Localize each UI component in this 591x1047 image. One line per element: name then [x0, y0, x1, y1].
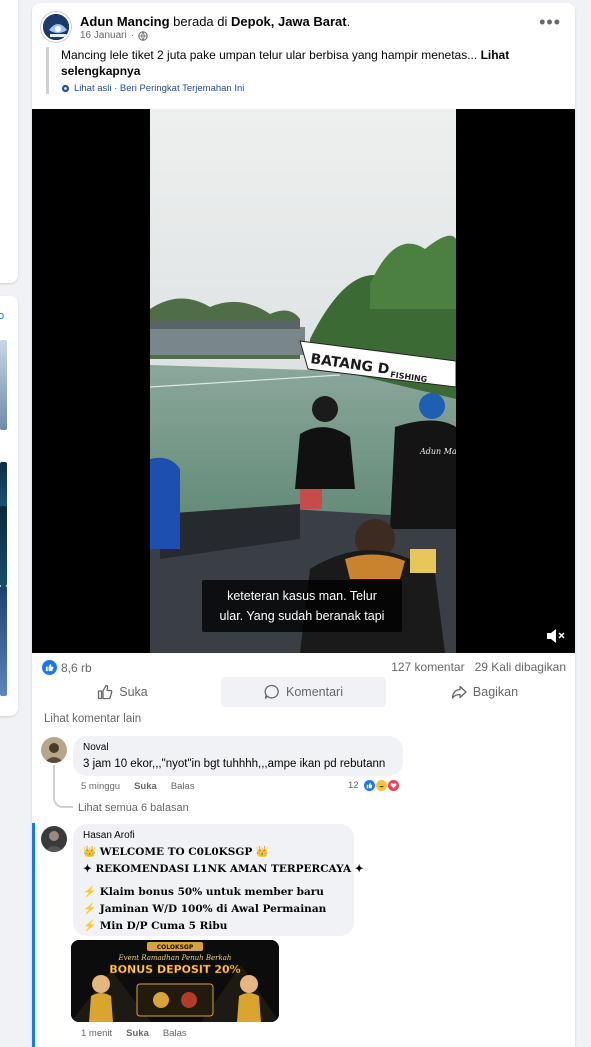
shirt-text: Adun Mancing [419, 447, 456, 456]
location-prefix: berada di [173, 14, 228, 29]
commenter-avatar[interactable] [41, 737, 67, 763]
share-label: Bagikan [472, 685, 519, 699]
translation-links[interactable]: Lihat asli · Beri Peringkat Terjemahan I… [74, 83, 244, 94]
comment-meta: 5 minggu Suka Balas [81, 781, 195, 792]
view-replies-link[interactable]: Lihat semua 6 balasan [78, 802, 189, 814]
haha-reaction-icon [374, 779, 388, 792]
comment-line-5: ⚡ Min D/P Cuma 5 Ribu [83, 920, 228, 932]
comment-line-1: 👑 WELCOME TO C0L0KSGP 👑 [83, 846, 269, 858]
shares-count[interactable]: 29 Kali dibagikan [475, 660, 566, 674]
reaction-count: 12 [348, 780, 359, 791]
caption-line-1: keteteran kasus man. Telur [227, 589, 377, 603]
commenter-name[interactable]: Hasan Arofi [83, 830, 344, 841]
comment-line-3: ⚡ Klaim bonus 50% untuk member baru [83, 886, 324, 898]
comment-button[interactable]: Komentari [221, 677, 386, 707]
video-scene: BATANG D FISHING Adun Mancing [150, 109, 456, 653]
comment-label: Komentari [286, 685, 343, 699]
post-text-content: Mancing lele tiket 2 juta pake umpan tel… [61, 48, 481, 62]
comment-like-link[interactable]: Suka [134, 781, 157, 792]
muted-speaker-icon[interactable] [545, 627, 565, 645]
post-action-bar: Suka Komentari Bagikan [32, 677, 575, 707]
comment-line-4: ⚡ Jaminan W/D 100% di Awal Permainan [83, 903, 327, 915]
like-reaction-icon [42, 660, 57, 675]
translation-row: Lihat asli · Beri Peringkat Terjemahan I… [61, 83, 566, 94]
promo-banner-image: COLOKSGP Event Ramadhan Penuh Berkah BON… [71, 940, 279, 1022]
comment-like-link[interactable]: Suka [126, 1028, 149, 1039]
post-meta: 16 Januari · [80, 30, 148, 41]
comment-line-2: ✦ REKOMENDASI L1NK AMAN TERPERCAYA ✦ [83, 863, 364, 875]
post-date[interactable]: 16 Januari [80, 30, 127, 41]
caption-line-2: ular. Yang sudah beranak tapi [219, 609, 385, 623]
like-summary[interactable]: 8,6 rb [42, 660, 92, 675]
banner-title: BONUS DEPOSIT 20% [109, 963, 240, 976]
post-header: Adun Mancing berada di Depok, Jawa Barat… [32, 3, 575, 47]
love-reaction-icon [386, 779, 400, 792]
comment-reactions[interactable]: 12 [348, 779, 400, 792]
left-thumb[interactable] [0, 506, 7, 586]
comment-image[interactable]: COLOKSGP Event Ramadhan Penuh Berkah BON… [71, 940, 279, 1022]
left-card-glyph: o [0, 310, 5, 322]
share-arrow-icon [451, 685, 467, 699]
comment-reply-link[interactable]: Balas [171, 781, 195, 792]
comment-bubble: Noval 3 jam 10 ekor,,,"nyot"in bgt tuhhh… [73, 736, 403, 776]
like-button[interactable]: Suka [40, 677, 205, 707]
likes-count: 8,6 rb [61, 660, 92, 675]
comment-time[interactable]: 1 menit [81, 1028, 112, 1039]
page-avatar[interactable] [41, 12, 71, 42]
see-more-comments-link[interactable]: Lihat komentar lain [44, 713, 141, 725]
post-body: Mancing lele tiket 2 juta pake umpan tel… [46, 47, 566, 94]
comment-reply-link[interactable]: Balas [163, 1028, 187, 1039]
page-logo-icon [43, 14, 69, 40]
video-player[interactable]: BATANG D FISHING Adun Mancing ketet [32, 109, 575, 653]
author-line: Adun Mancing berada di Depok, Jawa Barat… [80, 14, 350, 29]
video-frame: BATANG D FISHING Adun Mancing [150, 109, 456, 653]
comment-meta: 1 menit Suka Balas [81, 1028, 187, 1039]
comment-bubble-icon [264, 684, 279, 699]
translate-gear-icon [61, 84, 70, 93]
left-thumb[interactable] [0, 586, 7, 696]
post-more-options-button[interactable]: ••• [539, 13, 561, 31]
post-card: Adun Mancing berada di Depok, Jawa Barat… [32, 3, 575, 1047]
location-link[interactable]: Depok, Jawa Barat [231, 14, 347, 29]
public-globe-icon [138, 30, 148, 41]
location-suffix: . [346, 14, 351, 29]
post-text: Mancing lele tiket 2 juta pake umpan tel… [61, 47, 566, 79]
left-card-top [0, 0, 18, 283]
meta-separator: · [130, 30, 135, 41]
engagement-stats: 8,6 rb 127 komentar 29 Kali dibagikan [32, 653, 575, 679]
highlight-indicator [32, 823, 35, 1047]
counts-group: 127 komentar 29 Kali dibagikan [391, 660, 566, 674]
commenter-name[interactable]: Noval [83, 742, 393, 753]
author-name[interactable]: Adun Mancing [80, 14, 170, 29]
comment-bubble: Hasan Arofi 👑 WELCOME TO C0L0KSGP 👑 ✦ RE… [73, 824, 364, 936]
commenter-avatar[interactable] [41, 826, 67, 852]
share-button[interactable]: Bagikan [402, 677, 567, 707]
like-label: Suka [119, 685, 148, 699]
comment-text: 3 jam 10 ekor,,,"nyot"in bgt tuhhhh,,,am… [83, 758, 386, 770]
left-thumb[interactable] [0, 340, 7, 430]
left-card-bottom: o [0, 296, 18, 716]
like-reaction-icon [362, 779, 376, 792]
thumbs-up-icon [98, 684, 113, 700]
reply-thread-line [53, 765, 73, 808]
video-caption: keteteran kasus man. Telur ular. Yang su… [202, 580, 402, 632]
comment-time[interactable]: 5 minggu [81, 781, 120, 792]
comments-count[interactable]: 127 komentar [391, 660, 464, 674]
left-sidebar-partial: o [0, 0, 20, 1047]
banner-sub: Event Ramadhan Penuh Berkah [118, 954, 232, 962]
banner-brand: COLOKSGP [157, 944, 194, 951]
